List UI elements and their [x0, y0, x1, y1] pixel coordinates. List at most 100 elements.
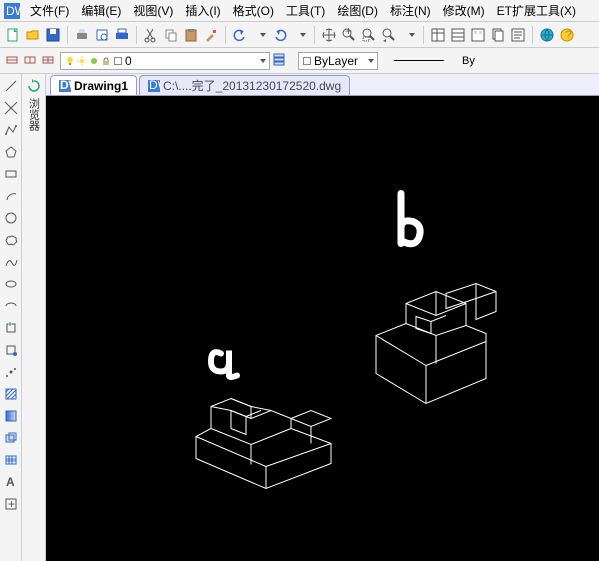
- polygon-tool[interactable]: [3, 144, 19, 160]
- layer-iso3-button[interactable]: [40, 51, 56, 70]
- separator: [136, 26, 137, 44]
- circle-tool[interactable]: [3, 210, 19, 226]
- insert-tool[interactable]: [3, 320, 19, 336]
- mtext-tool[interactable]: A: [3, 474, 19, 490]
- separator: [314, 26, 315, 44]
- zoom-window-button[interactable]: [360, 26, 378, 44]
- region-tool[interactable]: [3, 430, 19, 446]
- menu-bar: DWG 文件(F) 编辑(E) 视图(V) 插入(I) 格式(O) 工具(T) …: [0, 0, 599, 22]
- menu-file[interactable]: 文件(F): [24, 0, 75, 21]
- rectangle-tool[interactable]: [3, 166, 19, 182]
- dwg-file-icon: DWG: [148, 80, 160, 92]
- main-panel: DWG Drawing1 DWG C:\....完了_2013123017252…: [46, 74, 599, 561]
- color-swatch: [303, 57, 311, 65]
- drawing-canvas[interactable]: [46, 96, 599, 561]
- menu-draw[interactable]: 绘图(D): [331, 0, 384, 21]
- sun2-icon: [89, 56, 99, 66]
- point-tool[interactable]: [3, 364, 19, 380]
- tab-drawing1[interactable]: DWG Drawing1: [50, 75, 137, 95]
- chevron-down-icon: [368, 59, 374, 63]
- pline-tool[interactable]: [3, 122, 19, 138]
- canvas-content: [46, 96, 599, 561]
- undo-dropdown[interactable]: [251, 26, 269, 44]
- line-tool[interactable]: [3, 78, 19, 94]
- color-swatch: [114, 57, 122, 65]
- print-button[interactable]: [73, 26, 91, 44]
- pan-button[interactable]: [320, 26, 338, 44]
- tab-file2[interactable]: DWG C:\....完了_20131230172520.dwg: [139, 75, 350, 95]
- markup-button[interactable]: [509, 26, 527, 44]
- menu-edit[interactable]: 编辑(E): [75, 0, 127, 21]
- app-logo-icon: DWG: [4, 3, 20, 19]
- gradient-tool[interactable]: [3, 408, 19, 424]
- redo-button[interactable]: [271, 26, 289, 44]
- copy-button[interactable]: [162, 26, 180, 44]
- zoom-realtime-button[interactable]: +: [340, 26, 358, 44]
- browser-panel-tab[interactable]: 浏览器: [22, 74, 46, 561]
- xline-tool[interactable]: [3, 100, 19, 116]
- layer-iso2-button[interactable]: [22, 51, 38, 70]
- layer-iso1-button[interactable]: [4, 51, 20, 70]
- dwg-file-icon: DWG: [59, 80, 71, 92]
- svg-text:+: +: [8, 497, 15, 511]
- svg-text:DWG: DWG: [60, 80, 71, 92]
- linetype-current: ByLayer: [314, 54, 358, 68]
- sun-icon: [77, 56, 87, 66]
- layer-current-name: 0: [125, 54, 132, 68]
- menu-view[interactable]: 视图(V): [127, 0, 179, 21]
- menu-format[interactable]: 格式(O): [227, 0, 280, 21]
- paste-button[interactable]: [182, 26, 200, 44]
- properties-button[interactable]: [429, 26, 447, 44]
- layer-manager-button[interactable]: [272, 51, 288, 70]
- undo-button[interactable]: [231, 26, 249, 44]
- main-toolbar: + ?: [0, 22, 599, 48]
- print-preview-button[interactable]: [93, 26, 111, 44]
- lock-icon: [101, 56, 111, 66]
- makeblock-tool[interactable]: [3, 342, 19, 358]
- bulb-icon: [65, 56, 75, 66]
- linetype-dropdown[interactable]: ByLayer: [298, 52, 378, 70]
- menu-insert[interactable]: 插入(I): [179, 0, 226, 21]
- separator: [532, 26, 533, 44]
- chevron-down-icon: [260, 59, 266, 63]
- revcloud-tool[interactable]: [3, 232, 19, 248]
- new-button[interactable]: [4, 26, 22, 44]
- menu-tools[interactable]: 工具(T): [280, 0, 331, 21]
- ellipsearc-tool[interactable]: [3, 298, 19, 314]
- separator: [225, 26, 226, 44]
- ellipse-tool[interactable]: [3, 276, 19, 292]
- cut-button[interactable]: [142, 26, 160, 44]
- tab-label: Drawing1: [74, 79, 128, 93]
- help-button[interactable]: ?: [558, 26, 576, 44]
- svg-text:DWG: DWG: [149, 80, 160, 92]
- menu-dim[interactable]: 标注(N): [384, 0, 437, 21]
- draw-toolbox: A +: [0, 74, 22, 561]
- sheetset-button[interactable]: [489, 26, 507, 44]
- table-tool[interactable]: [3, 452, 19, 468]
- save-button[interactable]: [44, 26, 62, 44]
- browser-label: 浏览器: [26, 98, 42, 131]
- work-area: A + 浏览器 DWG Drawing1 DWG C:\....完了_20131…: [0, 74, 599, 561]
- addselected-tool[interactable]: +: [3, 496, 19, 512]
- separator: [67, 26, 68, 44]
- lineweight-label: By: [462, 55, 475, 67]
- web-button[interactable]: [538, 26, 556, 44]
- document-tabs: DWG Drawing1 DWG C:\....完了_2013123017252…: [46, 74, 599, 96]
- zoom-previous-button[interactable]: [380, 26, 398, 44]
- lineweight-sample[interactable]: [394, 60, 444, 61]
- redo-dropdown[interactable]: [291, 26, 309, 44]
- arc-tool[interactable]: [3, 188, 19, 204]
- spline-tool[interactable]: [3, 254, 19, 270]
- menu-ext[interactable]: ET扩展工具(X): [491, 0, 582, 21]
- layer-dropdown[interactable]: 0: [60, 52, 270, 70]
- open-button[interactable]: [24, 26, 42, 44]
- zoom-dropdown[interactable]: [400, 26, 418, 44]
- layer-toolbar: 0 ByLayer By: [0, 48, 599, 74]
- hatch-tool[interactable]: [3, 386, 19, 402]
- svg-text:A: A: [6, 475, 15, 489]
- menu-modify[interactable]: 修改(M): [437, 0, 491, 21]
- plot-button[interactable]: [113, 26, 131, 44]
- matchprop-button[interactable]: [202, 26, 220, 44]
- designcenter-button[interactable]: [449, 26, 467, 44]
- toolpalettes-button[interactable]: [469, 26, 487, 44]
